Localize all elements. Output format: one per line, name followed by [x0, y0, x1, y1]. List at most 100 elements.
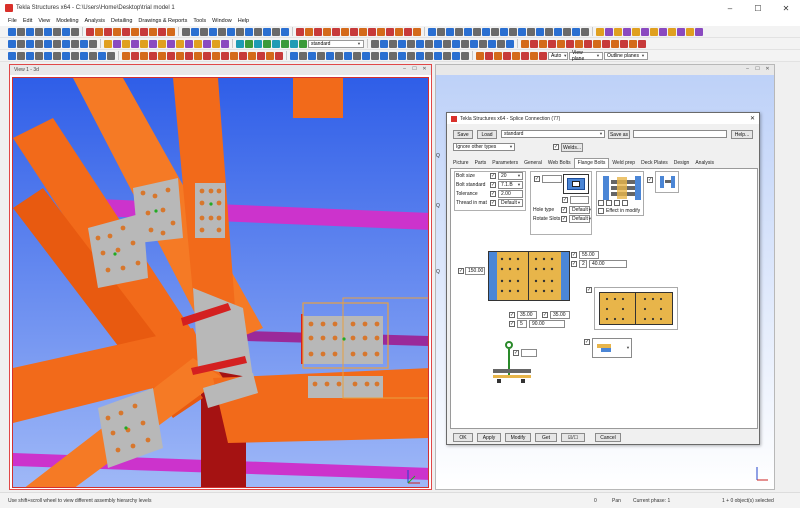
toolbar-tool-icon[interactable]	[695, 27, 703, 36]
toolbar-tool-icon[interactable]	[398, 39, 406, 48]
toolbar-tool-icon[interactable]	[203, 51, 211, 60]
menu-tools[interactable]: Tools	[193, 18, 206, 24]
minimize-button[interactable]: –	[716, 0, 744, 16]
toolbar-tool-icon[interactable]	[428, 27, 436, 36]
toolbar-tool-icon[interactable]	[107, 51, 115, 60]
tab-flange-bolts[interactable]: Flange Bolts	[573, 158, 610, 168]
toolbar-tool-icon[interactable]	[149, 27, 157, 36]
toolbar-tool-icon[interactable]	[350, 27, 358, 36]
menu-drawings-reports[interactable]: Drawings & Reports	[138, 18, 187, 24]
toolbar-tool-icon[interactable]	[521, 39, 529, 48]
toolbar-tool-icon[interactable]	[122, 39, 130, 48]
effect-in-modify-checkbox[interactable]	[598, 208, 604, 214]
toolbar-tool-icon[interactable]	[506, 39, 514, 48]
toolbar-tool-icon[interactable]	[344, 51, 352, 60]
toolbar-tool-icon[interactable]	[218, 27, 226, 36]
toolbar-tool-icon[interactable]	[80, 51, 88, 60]
menu-window[interactable]: Window	[212, 18, 232, 24]
toolbar-tool-icon[interactable]	[122, 51, 130, 60]
tab-picture[interactable]: Picture	[450, 159, 472, 168]
rotate-slots-checkbox[interactable]: ✓	[561, 216, 567, 222]
tab-parts[interactable]: Parts	[472, 159, 490, 168]
left-dim-checkbox[interactable]: ✓	[458, 268, 464, 274]
menu-view[interactable]: View	[38, 18, 50, 24]
tab-weld-prep[interactable]: Weld prep	[609, 159, 638, 168]
apply-button[interactable]: Apply	[477, 433, 501, 442]
tolerance-input[interactable]: 2.00	[498, 190, 523, 198]
toolbar-tool-icon[interactable]	[245, 27, 253, 36]
toolbar-tool-icon[interactable]	[620, 39, 628, 48]
save-button[interactable]: Save	[453, 130, 473, 139]
toolbar-tool-icon[interactable]	[545, 27, 553, 36]
toolbar-tool-icon[interactable]	[368, 27, 376, 36]
toolbar-tool-icon[interactable]	[668, 27, 676, 36]
toolbar-tool-icon[interactable]	[191, 27, 199, 36]
toolbar-tool-icon[interactable]	[149, 39, 157, 48]
toolbar-tool-icon[interactable]	[437, 27, 445, 36]
thread-in-mat-checkbox[interactable]: ✓	[490, 200, 496, 206]
toolbar-tool-icon[interactable]	[566, 39, 574, 48]
toolbar-tool-icon[interactable]	[26, 51, 34, 60]
toolbar-tool-icon[interactable]	[581, 27, 589, 36]
toolbar-tool-icon[interactable]	[443, 39, 451, 48]
toolbar-tool-icon[interactable]	[389, 39, 397, 48]
toolbar-tool-icon[interactable]	[650, 27, 658, 36]
auto-combo[interactable]: Auto ▼	[548, 51, 568, 60]
toolbar-tool-icon[interactable]	[425, 51, 433, 60]
model-view-3d[interactable]: View 1 - 3d – ☐ ✕	[9, 64, 432, 490]
toolbar-tool-icon[interactable]	[548, 39, 556, 48]
welds-button[interactable]: Welds...	[561, 143, 583, 152]
toolbar-tool-icon[interactable]	[353, 51, 361, 60]
hole-type-checkbox[interactable]: ✓	[561, 207, 567, 213]
toolbar-tool-icon[interactable]	[95, 27, 103, 36]
bolt-type-checkbox[interactable]: ✓	[584, 339, 590, 345]
toolbar-tool-icon[interactable]	[554, 27, 562, 36]
toolbar-tool-icon[interactable]	[314, 27, 322, 36]
toolbar-tool-icon[interactable]	[527, 27, 535, 36]
toolbar-tool-icon[interactable]	[140, 39, 148, 48]
toolbar-tool-icon[interactable]	[71, 27, 79, 36]
toolbar-tool-icon[interactable]	[53, 51, 61, 60]
toolbar-tool-icon[interactable]	[167, 51, 175, 60]
save-as-name-input[interactable]	[633, 130, 727, 138]
toolbar-tool-icon[interactable]	[62, 39, 70, 48]
toolbar-tool-icon[interactable]	[446, 27, 454, 36]
toolbar-tool-icon[interactable]	[227, 27, 235, 36]
toolbar-tool-icon[interactable]	[200, 27, 208, 36]
view-close-button[interactable]: ✕	[421, 66, 428, 73]
standard-combo[interactable]: standard ▼	[308, 39, 364, 48]
toolbar-tool-icon[interactable]	[290, 51, 298, 60]
toolbar-tool-icon[interactable]	[629, 39, 637, 48]
view-plane-combo[interactable]: View plane ▼	[569, 50, 603, 62]
filter-select[interactable]: Ignore other types ▼	[453, 143, 515, 151]
toolbar-tool-icon[interactable]	[44, 51, 52, 60]
toolbar-tool-icon[interactable]	[62, 51, 70, 60]
assembly-option-checkbox-4[interactable]	[622, 200, 628, 206]
bottom-dim-checkbox-b[interactable]: ✓	[542, 312, 548, 318]
toolbar-tool-icon[interactable]	[35, 51, 43, 60]
toolbar-tool-icon[interactable]	[473, 27, 481, 36]
toolbar-tool-icon[interactable]	[530, 39, 538, 48]
toolbar-tool-icon[interactable]	[488, 39, 496, 48]
toggle-all-button[interactable]: ☑/☐	[561, 433, 585, 442]
toolbar-tool-icon[interactable]	[512, 51, 520, 60]
toolbar-tool-icon[interactable]	[239, 51, 247, 60]
toolbar-tool-icon[interactable]	[8, 27, 16, 36]
toolbar-tool-icon[interactable]	[614, 27, 622, 36]
toolbar-tool-icon[interactable]	[584, 39, 592, 48]
toolbar-tool-icon[interactable]	[536, 27, 544, 36]
menu-file[interactable]: File	[8, 18, 17, 24]
toolbar-tool-icon[interactable]	[185, 39, 193, 48]
toolbar-tool-icon[interactable]	[452, 39, 460, 48]
menu-edit[interactable]: Edit	[23, 18, 32, 24]
close-button[interactable]: ✕	[772, 0, 800, 16]
top-dim-input-2[interactable]: 40.00	[589, 260, 627, 268]
toolbar-tool-icon[interactable]	[482, 27, 490, 36]
bolt-standard-checkbox[interactable]: ✓	[490, 182, 496, 188]
bolt-side-checkbox[interactable]: ✓	[513, 350, 519, 356]
view-minimize-button[interactable]: –	[401, 66, 408, 73]
toolbar-tool-icon[interactable]	[539, 39, 547, 48]
toolbar-tool-icon[interactable]	[167, 39, 175, 48]
toolbar-tool-icon[interactable]	[248, 51, 256, 60]
toolbar-tool-icon[interactable]	[8, 51, 16, 60]
